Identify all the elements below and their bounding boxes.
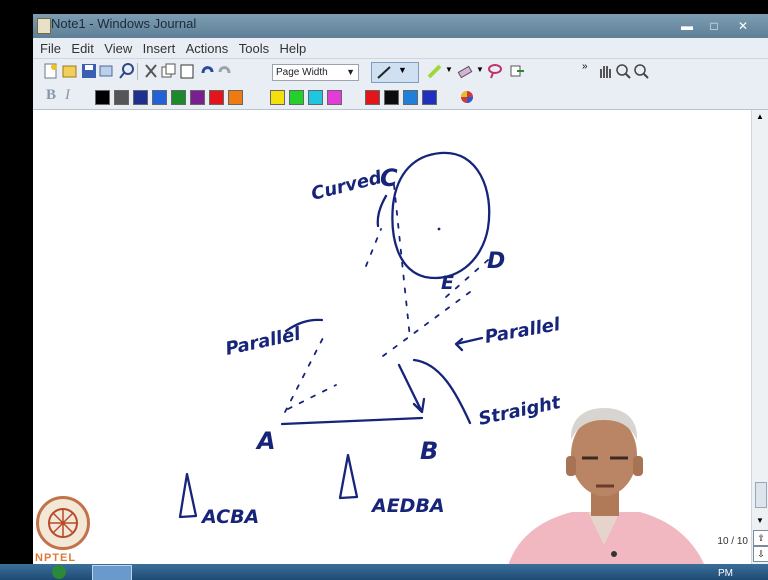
taskbar-app-button[interactable] (92, 565, 132, 580)
presenter-ear (566, 456, 576, 476)
nptel-logo (36, 496, 90, 550)
start-button-icon[interactable] (52, 565, 66, 579)
next-page-icon[interactable]: ⇩ (753, 546, 768, 562)
nptel-emblem-icon (48, 508, 78, 538)
lapel-microphone (611, 551, 617, 557)
scroll-up-arrow-icon[interactable]: ▲ (756, 112, 764, 121)
page-indicator: 10 / 10 (717, 536, 748, 547)
nptel-logo-text: NPTEL (35, 552, 77, 564)
system-clock: PM (718, 568, 733, 579)
scroll-down-arrow-icon[interactable]: ▼ (756, 516, 764, 525)
presenter-ear (633, 456, 643, 476)
screen: Note1 - Windows Journal ▬ □ ✕ File Edit … (0, 0, 768, 580)
taskbar (0, 564, 768, 580)
previous-page-icon[interactable]: ⇧ (753, 530, 768, 546)
vertical-scrollbar[interactable]: ▲ ▼ ⇧ ⇩ (751, 110, 768, 564)
scrollbar-thumb[interactable] (755, 482, 767, 508)
presenter-video (505, 408, 710, 580)
